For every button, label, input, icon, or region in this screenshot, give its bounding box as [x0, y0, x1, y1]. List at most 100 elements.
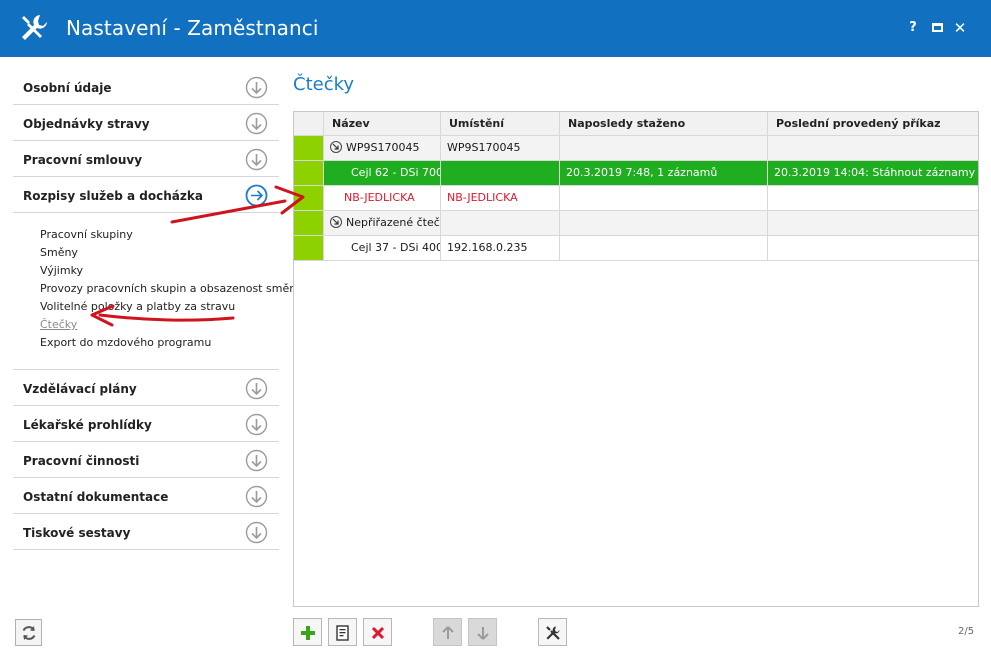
subitem-list: Pracovní skupiny Směny Výjimky Provozy prac…	[13, 213, 296, 370]
subitem[interactable]: Výjimky	[40, 262, 279, 280]
sidebar-section[interactable]: Pracovní činnosti	[13, 442, 279, 478]
sidebar-section-label: Tiskové sestavy	[23, 526, 131, 540]
sidebar-section[interactable]: Lékařské prohlídky	[13, 406, 279, 442]
subitem[interactable]: Volitelné položky a platby za stravu	[40, 298, 279, 316]
arrow-down-icon	[477, 627, 489, 640]
plus-icon	[301, 626, 315, 640]
help-button[interactable]: ?	[904, 19, 922, 37]
row-indicator	[294, 136, 324, 160]
refresh-button[interactable]	[15, 619, 42, 646]
subitem[interactable]: Pracovní skupiny	[40, 226, 279, 244]
table-row[interactable]: NB-JEDLICKA NB-JEDLICKA	[294, 186, 978, 211]
subitem[interactable]: Provozy pracovních skupin a obsazenost s…	[40, 280, 296, 298]
cell-location	[441, 211, 560, 235]
window-title: Nastavení - Zaměstnanci	[66, 16, 319, 40]
collapse-toggle-icon[interactable]	[330, 216, 342, 228]
edit-button[interactable]	[328, 618, 357, 646]
arrow-down-circle-icon[interactable]	[245, 148, 268, 171]
sidebar-section[interactable]: Pracovní smlouvy	[13, 141, 279, 177]
arrow-down-circle-icon[interactable]	[245, 413, 268, 436]
group-row[interactable]: Nepřiřazené čtečky	[294, 211, 978, 236]
cell-last-download: 20.3.2019 7:48, 1 záznamů	[560, 161, 768, 185]
page-counter: 2/5	[958, 626, 975, 637]
move-up-button[interactable]	[433, 618, 462, 646]
row-indicator	[294, 161, 324, 185]
settings-button[interactable]	[538, 618, 567, 646]
cell-last-command	[768, 136, 978, 160]
tools-icon	[22, 15, 47, 40]
subitem[interactable]: Export do mzdového programu	[40, 334, 279, 352]
cell-name: Cejl 37 - DSi 400	[324, 236, 441, 260]
arrow-down-circle-icon[interactable]	[245, 76, 268, 99]
add-button[interactable]	[293, 618, 322, 646]
cell-last-download	[560, 186, 768, 210]
sidebar-section[interactable]: Objednávky stravy	[13, 105, 279, 141]
cell-last-command	[768, 211, 978, 235]
group-row[interactable]: WP9S170045 WP9S170045	[294, 136, 978, 161]
cell-location: NB-JEDLICKA	[441, 186, 560, 210]
arrow-right-circle-icon[interactable]	[245, 184, 268, 207]
cell-last-command	[768, 186, 978, 210]
sidebar-section[interactable]: Vzdělávací plány	[13, 370, 279, 406]
row-indicator	[294, 236, 324, 260]
refresh-icon	[22, 626, 36, 640]
column-header-location[interactable]: Umístění	[441, 112, 560, 135]
cell-location	[441, 161, 560, 185]
column-header-last-download[interactable]: Naposledy staženo	[560, 112, 768, 135]
sidebar-section-label: Pracovní činnosti	[23, 454, 140, 468]
sidebar-section-label: Ostatní dokumentace	[23, 490, 169, 504]
cell-last-command	[768, 236, 978, 260]
sidebar-section-label: Objednávky stravy	[23, 117, 150, 131]
arrow-down-circle-icon[interactable]	[245, 112, 268, 135]
x-icon	[371, 626, 385, 640]
cell-last-command: 20.3.2019 14:04: Stáhnout záznamy	[774, 166, 976, 179]
delete-button[interactable]	[363, 618, 392, 646]
sidebar-section-label: Vzdělávací plány	[23, 382, 137, 396]
cell-location: 192.168.0.235	[441, 236, 560, 260]
collapse-toggle-icon[interactable]	[330, 141, 342, 153]
maximize-button[interactable]	[928, 19, 946, 37]
sidebar-section[interactable]: Tiskové sestavy	[13, 514, 279, 550]
sidebar-section-label: Osobní údaje	[23, 81, 112, 95]
subitem-active[interactable]: Čtečky	[40, 316, 279, 334]
group-label: WP9S170045	[346, 141, 420, 154]
tools-icon	[546, 626, 560, 640]
cell-last-download	[560, 236, 768, 260]
cell-location: WP9S170045	[441, 136, 560, 160]
sidebar-section-label: Lékařské prohlídky	[23, 418, 152, 432]
maximize-icon	[931, 23, 943, 32]
table-row[interactable]: Cejl 62 - DSi 700 20.3.2019 7:48, 1 zázna…	[294, 161, 978, 186]
sidebar-section[interactable]: Osobní údaje	[13, 69, 279, 105]
arrow-down-circle-icon[interactable]	[245, 521, 268, 544]
table-row[interactable]: Cejl 37 - DSi 400 192.168.0.235	[294, 236, 978, 261]
close-button[interactable]: ✕	[951, 19, 969, 37]
grid-header: Název Umístění Naposledy staženo Posledn…	[294, 112, 978, 136]
arrow-down-circle-icon[interactable]	[245, 377, 268, 400]
arrow-down-circle-icon[interactable]	[245, 449, 268, 472]
column-header-last-command[interactable]: Poslední provedený příkaz	[768, 112, 978, 135]
document-icon	[336, 625, 349, 641]
readers-grid: Název Umístění Naposledy staženo Posledn…	[293, 111, 979, 607]
row-indicator	[294, 186, 324, 210]
cell-name: NB-JEDLICKA	[324, 186, 441, 210]
subitem[interactable]: Směny	[40, 244, 279, 262]
column-header-name[interactable]: Název	[324, 112, 441, 135]
header-indicator-cell	[294, 112, 324, 135]
page-title: Čtečky	[293, 74, 355, 95]
group-label: Nepřiřazené čtečky	[346, 216, 440, 229]
sidebar-section[interactable]: Ostatní dokumentace	[13, 478, 279, 514]
cell-name: Nepřiřazené čtečky	[324, 211, 441, 235]
title-bar: Nastavení - Zaměstnanci ? ✕	[0, 0, 991, 57]
arrow-down-circle-icon[interactable]	[245, 485, 268, 508]
cell-last-download	[560, 211, 768, 235]
cell-name: WP9S170045	[324, 136, 441, 160]
sidebar: Osobní údaje Objednávky stravy Pracovní sm…	[13, 69, 296, 550]
sidebar-section-label: Rozpisy služeb a docházka	[23, 189, 203, 203]
arrow-up-icon	[442, 626, 454, 639]
sidebar-section[interactable]: Rozpisy služeb a docházka	[13, 177, 279, 213]
move-down-button[interactable]	[468, 618, 497, 646]
sidebar-section-label: Pracovní smlouvy	[23, 153, 143, 167]
cell-name: Cejl 62 - DSi 700	[324, 161, 441, 185]
cell-last-download	[560, 136, 768, 160]
row-indicator	[294, 211, 324, 235]
